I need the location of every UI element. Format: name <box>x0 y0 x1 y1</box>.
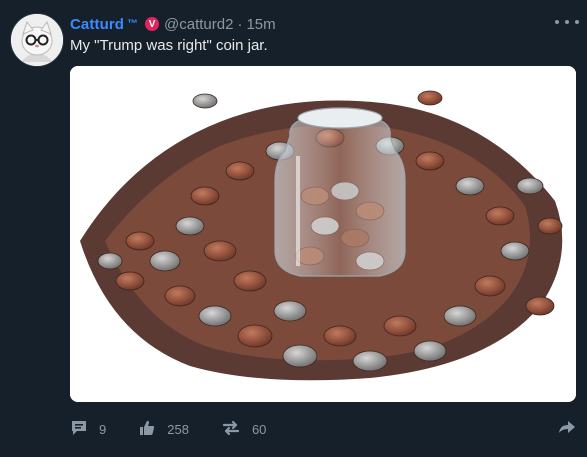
verified-badge-icon: V <box>145 17 160 31</box>
share-arrow-icon <box>557 418 577 441</box>
thumbs-up-icon <box>138 419 156 440</box>
like-button[interactable]: 258 <box>138 419 189 440</box>
user-handle[interactable]: @catturd2 <box>164 16 233 33</box>
repost-icon <box>221 419 241 440</box>
comment-icon <box>70 419 88 440</box>
repost-button[interactable]: 60 <box>221 419 266 440</box>
more-options-icon[interactable] <box>555 14 579 30</box>
user-name[interactable]: Catturd <box>70 16 124 33</box>
repost-count: 60 <box>251 421 267 437</box>
coin-jar <box>274 107 406 277</box>
separator-dot: · <box>237 15 243 33</box>
post-time[interactable]: 15m <box>246 16 275 33</box>
share-button[interactable] <box>557 418 577 441</box>
like-count: 258 <box>167 421 189 437</box>
post-card: Catturd ™ V @catturd2 · 15m My "Trump wa… <box>0 0 587 457</box>
post-header: Catturd ™ V @catturd2 · 15m <box>70 14 577 34</box>
post-image[interactable] <box>70 66 576 402</box>
trademark-symbol: ™ <box>127 18 139 30</box>
post-actions: 9 258 60 <box>70 418 577 440</box>
comment-button[interactable]: 9 <box>70 419 106 440</box>
avatar[interactable] <box>10 13 64 67</box>
post-text: My "Trump was right" coin jar. <box>70 37 268 54</box>
comment-count: 9 <box>99 421 107 437</box>
